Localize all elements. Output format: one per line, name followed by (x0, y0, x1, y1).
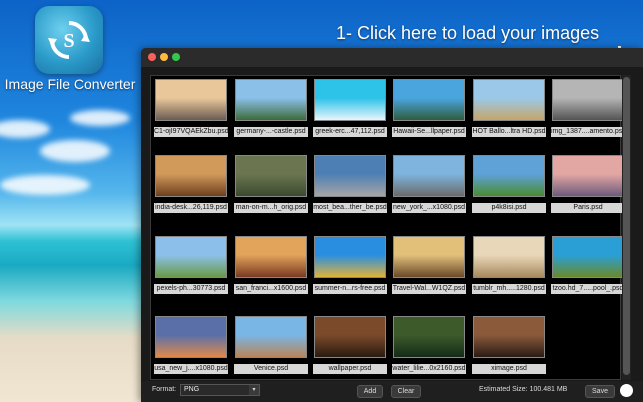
image-thumbnail (155, 236, 227, 278)
file-name-label: new_york_...x1080.psd (392, 203, 466, 213)
image-thumbnail (552, 79, 624, 121)
image-tile[interactable]: new_york_...x1080.psd (392, 155, 466, 213)
app-icon[interactable]: S (35, 6, 103, 74)
format-select[interactable]: PNG ▾ (180, 384, 260, 396)
image-tile[interactable]: usa_new_j....x1080.psd (154, 316, 228, 374)
load-images-hint: 1- Click here to load your images (336, 23, 600, 43)
file-name-label: img_1387....amento.psd (551, 127, 625, 137)
image-thumbnail (235, 79, 307, 121)
image-thumbnail (235, 316, 307, 358)
image-tile[interactable]: tumblr_mh.....1280.psd (472, 236, 546, 294)
image-tile[interactable]: HOT Ballo...ltra HD.psd (472, 79, 546, 137)
file-name-label: wallpaper.psd (313, 364, 387, 374)
converter-window: C1-ojI97VQAEkZbu.psd germany-...-castle.p… (141, 48, 643, 402)
save-button[interactable]: Save (585, 385, 615, 398)
file-name-label: Paris.psd (551, 203, 625, 213)
zoom-window-button[interactable] (172, 53, 180, 61)
image-tile[interactable]: india-desk...26,119.psd (154, 155, 228, 213)
file-name-label: Venice.psd (234, 364, 308, 374)
file-name-label: p4k8isi.psd (472, 203, 546, 213)
image-thumbnail (393, 236, 465, 278)
vertical-scrollbar[interactable] (622, 75, 631, 380)
convert-arrows-icon: S (48, 21, 90, 59)
file-name-label: india-desk...26,119.psd (154, 203, 228, 213)
image-thumbnail (393, 316, 465, 358)
image-tile[interactable]: germany-...-castle.psd (234, 79, 308, 137)
bottom-toolbar: Format: PNG ▾ Add Clear Estimated Size: … (141, 381, 643, 402)
file-name-label: pexels-ph...30773.psd (154, 284, 228, 294)
image-thumbnail (552, 236, 624, 278)
image-tile[interactable]: p4k8isi.psd (472, 155, 546, 213)
app-title: Image File Converter (4, 76, 136, 92)
file-name-label: Hawaii-Se...llpaper.psd (392, 127, 466, 137)
file-name-label: HOT Ballo...ltra HD.psd (472, 127, 546, 137)
file-name-label: man-on-m...h_orig.psd (234, 203, 308, 213)
file-name-label: water_lilie...0x2160.psd (392, 364, 466, 374)
image-thumbnail (155, 155, 227, 197)
image-thumbnail (314, 316, 386, 358)
image-tile[interactable]: Paris.psd (551, 155, 625, 213)
close-window-button[interactable] (148, 53, 156, 61)
file-name-label: san_franci...x1600.psd (234, 284, 308, 294)
cloud (40, 140, 110, 162)
image-tile[interactable]: Venice.psd (234, 316, 308, 374)
image-tile[interactable]: ximage.psd (472, 316, 546, 374)
image-grid[interactable]: C1-ojI97VQAEkZbu.psd germany-...-castle.p… (150, 75, 625, 380)
image-tile[interactable]: summer-n...rs-free.psd (313, 236, 387, 294)
file-name-label: most_bea...ther_be.psd (313, 203, 387, 213)
file-name-label: ximage.psd (472, 364, 546, 374)
image-tile[interactable]: Travel-Wal...W1QZ.psd (392, 236, 466, 294)
file-name-label: usa_new_j....x1080.psd (154, 364, 228, 374)
format-select-value: PNG (184, 386, 200, 393)
chevron-down-icon: ▾ (249, 385, 259, 395)
estimated-size: Estimated Size: 100.481 MB (479, 386, 568, 393)
image-tile[interactable]: tzoo.hd_7.....pool_.psd (551, 236, 625, 294)
image-thumbnail (155, 316, 227, 358)
image-tile[interactable]: water_lilie...0x2160.psd (392, 316, 466, 374)
image-tile[interactable]: C1-ojI97VQAEkZbu.psd (154, 79, 228, 137)
file-name-label: tzoo.hd_7.....pool_.psd (551, 284, 625, 294)
image-tile[interactable]: greek-erc...47,112.psd (313, 79, 387, 137)
file-name-label: Travel-Wal...W1QZ.psd (392, 284, 466, 294)
image-thumbnail (393, 79, 465, 121)
image-tile[interactable]: img_1387....amento.psd (551, 79, 625, 137)
file-name-label: tumblr_mh.....1280.psd (472, 284, 546, 294)
file-name-label: greek-erc...47,112.psd (313, 127, 387, 137)
image-thumbnail (235, 155, 307, 197)
image-thumbnail (314, 79, 386, 121)
minimize-window-button[interactable] (160, 53, 168, 61)
image-thumbnail (473, 236, 545, 278)
image-thumbnail (314, 155, 386, 197)
save-indicator (620, 384, 633, 397)
clear-button[interactable]: Clear (391, 385, 421, 398)
window-titlebar (141, 48, 643, 67)
image-tile[interactable]: san_franci...x1600.psd (234, 236, 308, 294)
image-thumbnail (473, 79, 545, 121)
image-thumbnail (235, 236, 307, 278)
image-tile[interactable]: pexels-ph...30773.psd (154, 236, 228, 294)
format-label: Format: (152, 386, 177, 393)
image-thumbnail (473, 155, 545, 197)
image-thumbnail (155, 79, 227, 121)
file-name-label: C1-ojI97VQAEkZbu.psd (154, 127, 228, 137)
image-tile[interactable]: Hawaii-Se...llpaper.psd (392, 79, 466, 137)
image-tile[interactable]: man-on-m...h_orig.psd (234, 155, 308, 213)
image-thumbnail (552, 155, 624, 197)
image-thumbnail (393, 155, 465, 197)
svg-text:S: S (63, 30, 74, 52)
file-name-label: summer-n...rs-free.psd (313, 284, 387, 294)
image-tile[interactable]: most_bea...ther_be.psd (313, 155, 387, 213)
image-tile[interactable]: wallpaper.psd (313, 316, 387, 374)
cloud (0, 120, 50, 138)
file-name-label: germany-...-castle.psd (234, 127, 308, 137)
add-button[interactable]: Add (357, 385, 383, 398)
cloud (70, 110, 130, 126)
image-thumbnail (314, 236, 386, 278)
image-thumbnail (473, 316, 545, 358)
scrollbar-thumb[interactable] (623, 77, 630, 375)
cloud (0, 175, 90, 195)
